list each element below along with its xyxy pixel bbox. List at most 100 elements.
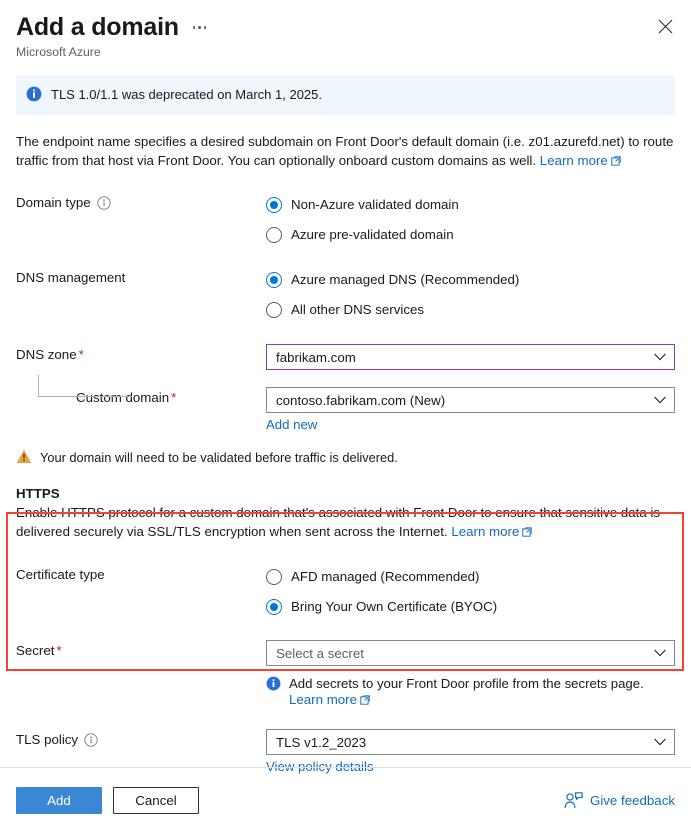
radio-indicator	[266, 301, 282, 318]
dns-management-field: Azure managed DNS (Recommended) All othe…	[266, 267, 675, 322]
chevron-down-icon	[654, 353, 666, 361]
secret-note: Add secrets to your Front Door profile f…	[266, 675, 675, 707]
close-icon	[658, 19, 672, 33]
dns-management-label: DNS management	[16, 270, 126, 285]
close-button[interactable]	[651, 12, 679, 40]
add-button[interactable]: Add	[16, 786, 102, 814]
warning-icon	[16, 449, 32, 463]
dot-icon	[198, 26, 201, 29]
dialog-footer: Add Cancel Give feedback	[0, 768, 691, 832]
dns-zone-field: fabrikam.com	[266, 344, 675, 370]
radio-label: Non-Azure validated domain	[291, 197, 459, 212]
dns-zone-row: DNS zone * fabrikam.com	[16, 344, 675, 370]
secret-label-col: Secret *	[16, 640, 266, 660]
secret-field: Select a secret Add secrets to your Fron…	[266, 640, 675, 707]
validation-warning-text: Your domain will need to be validated be…	[40, 450, 398, 465]
more-options-button[interactable]	[192, 26, 207, 29]
radio-domain-type-non-azure[interactable]: Non-Azure validated domain	[266, 192, 675, 217]
intro-paragraph: The endpoint name specifies a desired su…	[16, 133, 675, 170]
info-outline-icon[interactable]	[84, 733, 98, 747]
custom-domain-field: contoso.fabrikam.com (New) Add new	[266, 387, 675, 432]
dns-management-label-col: DNS management	[16, 267, 266, 287]
domain-type-field: Non-Azure validated domain Azure pre-val…	[266, 192, 675, 247]
info-outline-icon[interactable]	[96, 196, 111, 210]
secret-dropdown[interactable]: Select a secret	[266, 640, 675, 666]
radio-indicator	[266, 226, 282, 243]
chevron-down-icon	[654, 649, 666, 657]
dns-zone-label-col: DNS zone *	[16, 344, 266, 364]
dot-icon	[203, 26, 207, 29]
give-feedback-button[interactable]: Give feedback	[564, 791, 675, 809]
tls-policy-dropdown[interactable]: TLS v1.2_2023	[266, 729, 675, 755]
domain-type-label: Domain type	[16, 195, 91, 210]
tls-deprecation-banner: TLS 1.0/1.1 was deprecated on March 1, 2…	[16, 75, 675, 115]
custom-domain-value: contoso.fabrikam.com (New)	[276, 392, 446, 408]
external-link-icon	[522, 526, 533, 537]
dot-icon	[192, 26, 196, 29]
custom-domain-dropdown[interactable]: contoso.fabrikam.com (New)	[266, 387, 675, 413]
secret-learn-more-link[interactable]: Learn more	[289, 692, 357, 707]
page-subtitle: Microsoft Azure	[16, 45, 101, 59]
info-filled-icon	[266, 676, 281, 691]
certificate-type-label-col: Certificate type	[16, 564, 266, 584]
intro-learn-more-link[interactable]: Learn more	[540, 153, 608, 168]
domain-type-row: Domain type Non-Azure validated domain A…	[16, 192, 675, 247]
https-description: Enable HTTPS protocol for a custom domai…	[16, 504, 675, 541]
dns-zone-label: DNS zone	[16, 347, 77, 362]
dialog-header: Add a domain Microsoft Azure	[0, 0, 691, 60]
certificate-type-label: Certificate type	[16, 567, 105, 582]
feedback-person-icon	[564, 791, 583, 808]
cancel-button[interactable]: Cancel	[113, 786, 199, 814]
radio-indicator	[266, 271, 282, 288]
secret-learn-more-wrap: Learn more	[289, 692, 644, 707]
tls-policy-label: TLS policy	[16, 732, 79, 747]
radio-label: Bring Your Own Certificate (BYOC)	[291, 599, 498, 614]
dns-zone-dropdown[interactable]: fabrikam.com	[266, 344, 675, 370]
radio-indicator	[266, 196, 282, 213]
radio-indicator	[266, 598, 282, 615]
radio-dns-azure-managed[interactable]: Azure managed DNS (Recommended)	[266, 267, 675, 292]
custom-domain-required-marker: *	[171, 390, 177, 405]
radio-domain-type-azure-prevalidated[interactable]: Azure pre-validated domain	[266, 222, 675, 247]
radio-label: AFD managed (Recommended)	[291, 569, 480, 584]
secret-value: Select a secret	[276, 645, 364, 661]
radio-label: All other DNS services	[291, 302, 425, 317]
tls-policy-label-col: TLS policy	[16, 729, 266, 749]
https-learn-more-link[interactable]: Learn more	[451, 524, 519, 539]
secret-required-marker: *	[56, 643, 62, 658]
add-new-domain-link-wrap: Add new	[266, 417, 675, 432]
page-title: Add a domain	[16, 13, 179, 41]
validation-warning: Your domain will need to be validated be…	[16, 449, 675, 466]
dns-zone-value: fabrikam.com	[276, 349, 356, 365]
chevron-down-icon	[654, 396, 666, 404]
chevron-down-icon	[654, 738, 666, 746]
https-heading: HTTPS	[16, 486, 60, 501]
banner-message: TLS 1.0/1.1 was deprecated on March 1, 2…	[51, 87, 323, 102]
radio-label: Azure pre-validated domain	[291, 227, 454, 242]
secret-label: Secret	[16, 643, 55, 658]
tree-connector	[38, 375, 132, 397]
radio-dns-all-other-services[interactable]: All other DNS services	[266, 297, 675, 322]
custom-domain-row: Custom domain * contoso.fabrikam.com (Ne…	[16, 375, 675, 432]
dns-zone-required-marker: *	[78, 347, 84, 362]
tls-policy-value: TLS v1.2_2023	[276, 734, 367, 750]
secret-note-body: Add secrets to your Front Door profile f…	[289, 675, 644, 707]
certificate-type-field: AFD managed (Recommended) Bring Your Own…	[266, 564, 675, 619]
radio-certificate-byoc[interactable]: Bring Your Own Certificate (BYOC)	[266, 594, 675, 619]
secret-note-text: Add secrets to your Front Door profile f…	[289, 676, 644, 691]
give-feedback-label: Give feedback	[589, 792, 675, 808]
domain-type-label-col: Domain type	[16, 192, 266, 212]
radio-certificate-afd-managed[interactable]: AFD managed (Recommended)	[266, 564, 675, 589]
radio-label: Azure managed DNS (Recommended)	[291, 272, 520, 287]
dns-management-row: DNS management Azure managed DNS (Recomm…	[16, 267, 675, 322]
https-description-text: Enable HTTPS protocol for a custom domai…	[16, 505, 661, 539]
dialog-body: The endpoint name specifies a desired su…	[0, 133, 691, 774]
title-row: Add a domain	[16, 12, 675, 42]
external-link-icon	[360, 695, 370, 705]
certificate-type-row: Certificate type AFD managed (Recommende…	[16, 564, 675, 619]
radio-indicator	[266, 568, 282, 585]
info-filled-icon	[26, 86, 42, 102]
external-link-icon	[611, 155, 621, 166]
add-new-link[interactable]: Add new	[266, 417, 317, 432]
secret-row: Secret * Select a secret Add secrets to …	[16, 640, 675, 707]
